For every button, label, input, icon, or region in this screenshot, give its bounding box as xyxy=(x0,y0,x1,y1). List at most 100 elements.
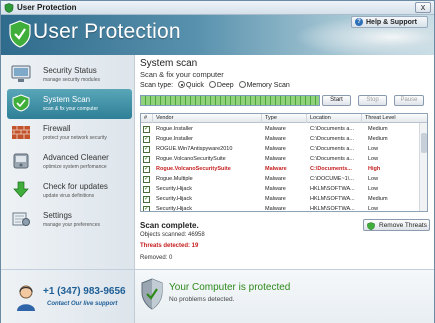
scan-type-option-label: Quick xyxy=(186,82,204,89)
row-checkbox[interactable]: ✓ xyxy=(143,125,150,133)
table-row[interactable]: ✓ Rogue.VolcanoSecuritySuite Malware C:\Doc… xyxy=(141,164,421,174)
cell-vendor: Security.Hijack xyxy=(156,186,192,192)
app-shield-icon xyxy=(4,3,14,13)
scan-type-option-label: Deep xyxy=(216,82,234,89)
security-status-icon xyxy=(11,65,31,82)
table-row[interactable]: ✓ Rogue.Multiple Malware C:\DOCUME~1\... Low xyxy=(141,174,421,184)
cell-location: C:\Documents a... xyxy=(310,136,355,142)
cell-vendor: Rogue.Installer xyxy=(156,136,193,142)
cell-location: C:\Documents a... xyxy=(310,146,355,152)
cleaner-icon xyxy=(13,153,29,169)
cell-type: Malware xyxy=(265,136,286,142)
settings-icon xyxy=(12,212,30,226)
sidebar-item-system-scan[interactable]: System Scan scan & fix your computer xyxy=(7,89,132,119)
cell-location: C:\Documents... xyxy=(310,166,352,172)
cell-type: Malware xyxy=(265,196,286,202)
scan-type-radio-memory[interactable] xyxy=(238,81,246,88)
close-button[interactable]: x xyxy=(415,2,431,13)
col-header-vendor[interactable]: Vendor xyxy=(153,114,262,123)
support-agent-icon xyxy=(17,285,35,311)
sidebar-item-subtitle: manage security modules xyxy=(43,77,100,83)
sidebar-item-security-status[interactable]: Security Status manage security modules xyxy=(7,60,132,90)
cell-vendor: ROGUE.Win7Antispyware2010 xyxy=(156,146,233,152)
cell-type: Malware xyxy=(265,156,286,162)
table-row[interactable]: ✓ Rogue.VolcanoSecuritySuite Malware C:\Doc… xyxy=(141,154,421,164)
scan-progress-bar xyxy=(140,95,320,106)
cell-location: HKLM\SOFTWA... xyxy=(310,196,355,202)
cell-vendor: Rogue.Installer xyxy=(156,126,193,132)
cell-type: Malware xyxy=(265,206,286,212)
start-button[interactable]: Start xyxy=(322,95,351,106)
col-header-type[interactable]: Type xyxy=(262,114,307,123)
sidebar-item-advanced-cleaner[interactable]: Advanced Cleaner optimize system perfoma… xyxy=(7,147,132,177)
remove-icon xyxy=(367,221,375,230)
table-row[interactable]: ✓ ROGUE.Win7Antispyware2010 Malware C:\Docu… xyxy=(141,144,421,154)
table-row[interactable]: ✓ Rogue.Installer Malware C:\Documents a...… xyxy=(141,124,421,134)
sidebar-item-settings[interactable]: Settings manage your preferences xyxy=(7,205,132,235)
sidebar-item-title: Advanced Cleaner xyxy=(43,153,109,162)
sidebar: Security Status manage security modules … xyxy=(1,55,134,323)
sidebar-item-title: System Scan xyxy=(43,95,91,104)
cell-location: C:\DOCUME~1\... xyxy=(310,176,354,182)
scan-type-radio-deep[interactable] xyxy=(208,81,216,88)
scrollbar-thumb[interactable] xyxy=(421,133,427,153)
app-header: User Protection ? Help & Support xyxy=(1,15,434,55)
threats-table: # Vendor Type Location Threat Level ✓ Rog… xyxy=(140,113,428,212)
row-checkbox[interactable]: ✓ xyxy=(143,165,150,173)
cell-vendor: Security.Hijack xyxy=(156,206,192,212)
row-checkbox[interactable]: ✓ xyxy=(143,155,150,163)
scan-type-group: Scan type: Quick Deep Memory Scan xyxy=(140,81,290,89)
row-checkbox[interactable]: ✓ xyxy=(143,135,150,143)
sidebar-item-check-updates[interactable]: Check for updates update virus definitio… xyxy=(7,176,132,206)
sidebar-item-title: Settings xyxy=(43,211,72,220)
pause-button[interactable]: Pause xyxy=(394,95,424,106)
cell-vendor: Rogue.VolcanoSecuritySuite xyxy=(156,156,226,162)
brand-shield-icon xyxy=(9,20,31,48)
page-subtitle: Scan & fix your computer xyxy=(140,70,224,79)
row-checkbox[interactable]: ✓ xyxy=(143,175,150,183)
remove-threats-button[interactable]: Remove Threats xyxy=(363,219,430,231)
sidebar-item-subtitle: update virus definitions xyxy=(43,193,95,199)
table-row[interactable]: ✓ Security.Hijack Malware HKLM\SOFTWA... Low xyxy=(141,204,421,212)
table-row[interactable]: ✓ Security.Hijack Malware HKLM\SOFTWA... Low xyxy=(141,184,421,194)
sidebar-item-title: Security Status xyxy=(43,66,97,75)
table-row[interactable]: ✓ Rogue.Installer Malware C:\Documents a...… xyxy=(141,134,421,144)
cell-type: Malware xyxy=(265,166,287,172)
cell-type: Malware xyxy=(265,146,286,152)
threats-detected-text: Threats detected: 19 xyxy=(140,243,199,249)
row-checkbox[interactable]: ✓ xyxy=(143,185,150,193)
scan-type-label: Scan type: xyxy=(140,82,174,89)
cell-vendor: Rogue.VolcanoSecuritySuite xyxy=(156,166,231,172)
support-contact-link[interactable]: Contact Our live support xyxy=(47,301,117,307)
help-support-button[interactable]: ? Help & Support xyxy=(351,16,428,28)
help-support-label: Help & Support xyxy=(366,18,417,26)
table-row[interactable]: ✓ Security.Hijack Malware HKLM\SOFTWA... Med… xyxy=(141,194,421,204)
row-checkbox[interactable]: ✓ xyxy=(143,195,150,203)
sidebar-item-subtitle: protect your network security xyxy=(43,135,107,141)
scan-type-option-label: Memory Scan xyxy=(246,82,290,89)
stop-button[interactable]: Stop xyxy=(358,95,387,106)
sidebar-item-subtitle: scan & fix your computer xyxy=(43,106,99,112)
cell-location: C:\Documents a... xyxy=(310,156,355,162)
cell-location: C:\Documents a... xyxy=(310,126,355,132)
objects-scanned-text: Objects scanned: 46958 xyxy=(140,232,205,238)
col-header-location[interactable]: Location xyxy=(307,114,362,123)
sidebar-item-firewall[interactable]: Firewall protect your network security xyxy=(7,118,132,148)
col-header-index[interactable]: # xyxy=(141,114,153,123)
row-checkbox[interactable]: ✓ xyxy=(143,205,150,211)
table-scrollbar[interactable] xyxy=(419,123,427,211)
app-window: User Protection x User Protection ? Help… xyxy=(0,0,435,323)
cell-vendor: Security.Hijack xyxy=(156,196,192,202)
update-icon xyxy=(13,181,29,198)
system-scan-icon xyxy=(12,94,30,112)
sidebar-item-title: Firewall xyxy=(43,124,71,133)
support-panel: +1 (347) 983-9656 Contact Our live suppo… xyxy=(1,269,134,323)
cell-location: HKLM\SOFTWA... xyxy=(310,206,355,212)
brand-title: User Protection xyxy=(33,20,181,43)
col-header-threat-level[interactable]: Threat Level xyxy=(362,114,427,123)
row-checkbox[interactable]: ✓ xyxy=(143,145,150,153)
removed-count-text: Removed: 0 xyxy=(140,255,173,261)
main-panel: System scan Scan & fix your computer Sca… xyxy=(134,55,434,323)
window-title: User Protection xyxy=(17,3,77,12)
scan-type-radio-quick[interactable] xyxy=(178,81,186,88)
